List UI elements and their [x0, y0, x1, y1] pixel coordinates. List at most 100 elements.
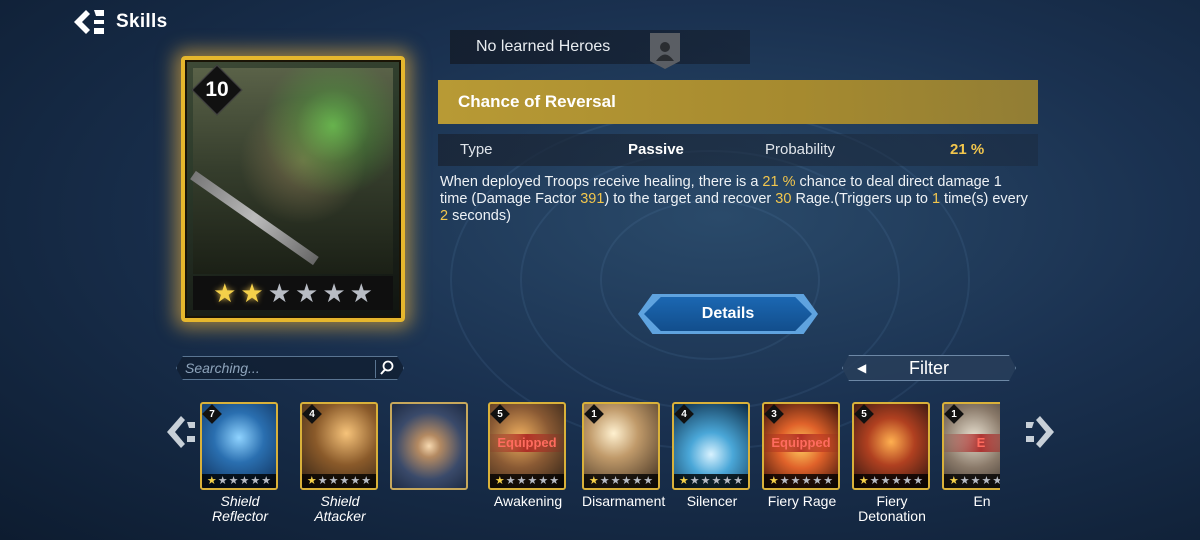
skill-name: Awakening [493, 493, 563, 509]
star-icon: ★ [678, 474, 689, 487]
skill-card-item[interactable] [390, 402, 470, 490]
equipped-badge: E [944, 434, 1000, 452]
star-icon: ★ [339, 474, 350, 487]
skill-name: Fiery Rage [767, 493, 837, 509]
skill-name: Silencer [686, 493, 738, 509]
star-icon: ★ [267, 278, 291, 308]
star-icon: ★ [823, 474, 834, 487]
star-icon: ★ [981, 474, 992, 487]
type-label: Type [460, 141, 493, 158]
learned-heroes-bar: No learned Heroes [450, 30, 750, 64]
star-icon: ★ [801, 474, 812, 487]
skill-card[interactable]: 4 ★ ★ ★ ★ ★ ★ [300, 402, 378, 490]
hero-star-rating: ★ ★ ★ ★ ★ ★ [193, 276, 393, 310]
hero-card[interactable]: 10 ★ ★ ★ ★ ★ ★ [181, 56, 405, 322]
description-text: Rage.(Triggers up to [791, 191, 932, 207]
skill-card-item[interactable]: 3 ★ ★ ★ ★ ★ ★ Equipped Fiery Rage [762, 402, 842, 509]
equipped-badge: Equipped [764, 434, 838, 452]
star-icon: ★ [228, 474, 239, 487]
skill-card-item[interactable]: 5 ★ ★ ★ ★ ★ ★ Equipped Awakening [488, 402, 568, 509]
description-text: ) to the target and recover [604, 191, 776, 207]
skill-star-rating: ★★★★★★ [584, 474, 658, 488]
star-icon: ★ [516, 474, 527, 487]
skill-card[interactable]: 5 ★ ★ ★ ★ ★ ★ Equipped [488, 402, 566, 490]
description-text: When deployed Troops receive healing, th… [440, 174, 763, 190]
probability-label: Probability [765, 141, 836, 158]
star-icon: ★ [722, 474, 733, 487]
skill-star-rating: ★★★★★★ [302, 474, 376, 488]
skill-star-rating: ★★★★★★ [490, 474, 564, 488]
learned-heroes-text: No learned Heroes [476, 38, 611, 55]
skill-star-rating: ★★★★★★ [202, 474, 276, 488]
star-icon: ★ [239, 474, 250, 487]
star-icon: ★ [261, 474, 272, 487]
skill-card-item[interactable]: 5 ★ ★ ★ ★ ★ ★ Fiery Detonation [852, 402, 932, 524]
skill-star-rating: ★★★★★★ [764, 474, 838, 488]
star-icon: ★ [913, 474, 924, 487]
star-icon: ★ [317, 474, 328, 487]
star-icon: ★ [621, 474, 632, 487]
skill-name: Disarmament [582, 493, 666, 509]
skill-card-item[interactable]: 1 ★★★★★★ E En [942, 402, 1000, 509]
probability-value: 21 % [950, 141, 985, 158]
skill-card[interactable]: 3 ★ ★ ★ ★ ★ ★ Equipped [762, 402, 840, 490]
skill-card-item[interactable]: 4 ★ ★ ★ ★ ★ ★ Silencer [672, 402, 752, 509]
scroll-right-icon[interactable] [1022, 412, 1058, 452]
skill-card-item[interactable]: 4 ★ ★ ★ ★ ★ ★ Shield Attacker [300, 402, 380, 524]
skill-card[interactable]: 7 ★ ★ ★ ★ ★ ★ [200, 402, 278, 490]
description-value: 21 % [762, 174, 796, 190]
star-icon: ★ [880, 474, 891, 487]
search-box[interactable] [176, 356, 404, 380]
header: Skills [72, 6, 167, 38]
skill-level: 1 [591, 408, 597, 420]
star-icon: ★ [250, 474, 261, 487]
skill-card[interactable]: 1 ★★★★★★ E [942, 402, 1000, 490]
star-icon: ★ [970, 474, 981, 487]
skill-card[interactable]: 5 ★ ★ ★ ★ ★ ★ [852, 402, 930, 490]
filter-button[interactable]: ◀ Filter [842, 355, 1016, 381]
skill-level: 5 [861, 408, 867, 420]
skill-level: 7 [209, 408, 215, 420]
star-icon: ★ [948, 474, 959, 487]
star-icon: ★ [891, 474, 902, 487]
star-icon: ★ [992, 475, 1000, 487]
skill-card-item[interactable]: 1 ★ ★ ★ ★ ★ ★ Disarmament [582, 402, 666, 509]
star-icon: ★ [206, 474, 217, 487]
details-button[interactable]: Details [644, 297, 812, 331]
star-icon: ★ [349, 278, 373, 308]
star-icon: ★ [549, 474, 560, 487]
scroll-left-icon[interactable] [163, 412, 199, 452]
star-icon: ★ [361, 474, 372, 487]
star-icon: ★ [643, 474, 654, 487]
star-icon: ★ [689, 474, 700, 487]
type-value: Passive [628, 141, 684, 158]
star-icon: ★ [812, 474, 823, 487]
back-arrow-icon[interactable] [72, 7, 106, 37]
star-icon: ★ [858, 474, 869, 487]
star-icon: ★ [711, 474, 722, 487]
description-value: 1 [931, 191, 941, 207]
skill-card[interactable] [390, 402, 468, 490]
star-icon: ★ [213, 278, 237, 308]
star-icon: ★ [632, 474, 643, 487]
star-icon: ★ [779, 474, 790, 487]
skill-card[interactable]: 1 ★ ★ ★ ★ ★ ★ [582, 402, 660, 490]
star-icon: ★ [768, 474, 779, 487]
skill-card-item[interactable]: 7 ★ ★ ★ ★ ★ ★ Shield Reflector [200, 402, 280, 524]
star-icon: ★ [505, 474, 516, 487]
star-icon: ★ [217, 474, 228, 487]
skill-card[interactable]: 4 ★ ★ ★ ★ ★ ★ [672, 402, 750, 490]
star-icon: ★ [700, 474, 711, 487]
star-icon: ★ [350, 474, 361, 487]
equipped-badge: Equipped [490, 434, 564, 452]
star-icon: ★ [959, 474, 970, 487]
star-icon: ★ [733, 474, 744, 487]
search-icon[interactable] [375, 360, 394, 378]
star-icon: ★ [588, 474, 599, 487]
skill-star-rating: ★★★★★★ [674, 474, 748, 488]
skill-star-rating: ★★★★★★ [944, 474, 1000, 488]
search-input[interactable] [185, 360, 365, 376]
star-icon: ★ [328, 474, 339, 487]
filter-label: Filter [909, 357, 949, 378]
skill-level: 1 [951, 408, 957, 420]
